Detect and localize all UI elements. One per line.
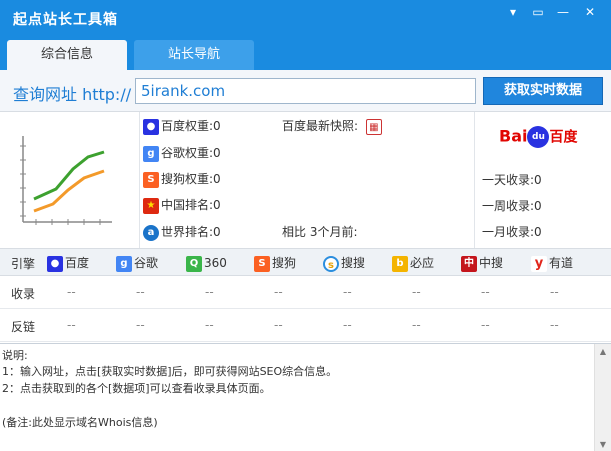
- indexed-bing[interactable]: --: [412, 285, 421, 299]
- world-rank[interactable]: a 世界排名:0: [143, 222, 221, 242]
- indexed-zhongsou[interactable]: --: [481, 285, 490, 299]
- google-icon: g: [143, 145, 159, 162]
- sogou-icon: S: [254, 255, 270, 272]
- engine-360[interactable]: Q 360: [186, 254, 227, 272]
- china-flag-icon: ★: [143, 197, 159, 214]
- paw-icon: ●: [47, 255, 63, 272]
- url-label: 查询网址 http://: [13, 85, 132, 104]
- close-icon[interactable]: ✕: [580, 4, 600, 20]
- engine-baidu[interactable]: ● 百度: [47, 254, 89, 272]
- google-icon: g: [116, 255, 132, 272]
- calendar-icon[interactable]: ▦: [365, 118, 382, 135]
- youdao-icon: y: [531, 255, 547, 272]
- app-title: 起点站长工具箱: [13, 12, 118, 28]
- skin-icon[interactable]: ▭: [528, 4, 548, 20]
- backlink-youdao[interactable]: --: [550, 318, 559, 332]
- engine-zhongsou[interactable]: 中中搜: [461, 254, 503, 272]
- backlink-soso[interactable]: --: [343, 318, 352, 332]
- info-panel: ● 百度权重:0 g 谷歌权重:0 S 搜狗权重:0 ★ 中国排名:0 a 世界排名:0 …: [0, 112, 611, 248]
- indexed-row: 收录 -- -- -- -- -- -- -- --: [0, 276, 611, 309]
- minimize-icon[interactable]: —: [553, 4, 573, 20]
- paw-icon: ●: [143, 118, 159, 135]
- indexed-row-label: 收录: [11, 287, 36, 301]
- backlink-google[interactable]: --: [136, 318, 145, 332]
- engine-header-row: 引擎 ● 百度 g 谷歌 Q 360 S 搜狗 s 搜搜 b 必应 中中搜 y 有道: [0, 248, 611, 276]
- url-query-row: 查询网址 http:// 获取实时数据: [0, 70, 611, 112]
- engine-bing[interactable]: b 必应: [392, 254, 434, 272]
- engine-row-label: 引擎: [11, 257, 36, 271]
- search-360-icon: Q: [186, 255, 202, 272]
- sogou-weight[interactable]: S 搜狗权重:0: [143, 169, 221, 189]
- scroll-up-icon[interactable]: ▲: [598, 347, 608, 356]
- vertical-scrollbar[interactable]: ▲ ▼: [594, 344, 611, 451]
- backlink-bing[interactable]: --: [412, 318, 421, 332]
- description-textarea[interactable]: 说明: 1：输入网址，点击[获取实时数据]后，即可获得网站SEO综合信息。 2：…: [0, 343, 611, 451]
- china-rank[interactable]: ★ 中国排名:0: [143, 195, 221, 215]
- whois-note: (备注:此处显示域名Whois信息): [2, 416, 158, 429]
- description-line-1: 1：输入网址，点击[获取实时数据]后，即可获得网站SEO综合信息。: [2, 365, 338, 378]
- engine-sogou[interactable]: S 搜狗: [254, 254, 296, 272]
- fetch-realtime-data-button[interactable]: 获取实时数据: [483, 77, 603, 105]
- backlink-zhongsou[interactable]: --: [481, 318, 490, 332]
- engine-soso[interactable]: s 搜搜: [323, 254, 365, 272]
- engine-google[interactable]: g 谷歌: [116, 254, 158, 272]
- indexed-one-day[interactable]: 一天收录:0: [482, 170, 542, 190]
- backlink-row: 反链 -- -- -- -- -- -- -- --: [0, 309, 611, 342]
- baidu-weight[interactable]: ● 百度权重:0: [143, 116, 221, 136]
- zhongsou-icon: 中: [461, 255, 477, 272]
- indexed-one-week[interactable]: 一周收录:0: [482, 196, 542, 216]
- description-line-2: 2：点击获取到的各个[数据项]可以查看收录具体页面。: [2, 382, 271, 395]
- baidu-snapshot[interactable]: 百度最新快照: ▦: [282, 116, 384, 136]
- backlink-row-label: 反链: [11, 320, 36, 334]
- indexed-baidu[interactable]: --: [67, 285, 76, 299]
- baidu-index-panel: Bai du 百度 一天收录:0 一周收录:0 一月收录:0: [474, 112, 611, 248]
- menu-dropdown-icon[interactable]: ▾: [503, 4, 523, 20]
- indexed-google[interactable]: --: [136, 285, 145, 299]
- soso-icon: s: [323, 255, 339, 272]
- alexa-icon: a: [143, 224, 159, 241]
- indexed-360[interactable]: --: [205, 285, 214, 299]
- indexed-sogou[interactable]: --: [274, 285, 283, 299]
- backlink-baidu[interactable]: --: [67, 318, 76, 332]
- engine-youdao[interactable]: y 有道: [531, 254, 573, 272]
- tab-overview[interactable]: 综合信息: [7, 40, 127, 70]
- google-weight[interactable]: g 谷歌权重:0: [143, 143, 221, 163]
- indexed-youdao[interactable]: --: [550, 285, 559, 299]
- description-heading: 说明:: [2, 349, 28, 362]
- bing-icon: b: [392, 255, 408, 272]
- sogou-icon: S: [143, 171, 159, 188]
- backlink-sogou[interactable]: --: [274, 318, 283, 332]
- compare-three-months: 相比 3个月前:: [282, 225, 358, 239]
- trend-chart-icon: [0, 112, 140, 248]
- backlink-360[interactable]: --: [205, 318, 214, 332]
- baidu-logo: Bai du 百度: [499, 126, 577, 148]
- indexed-one-month[interactable]: 一月收录:0: [482, 222, 542, 242]
- indexed-soso[interactable]: --: [343, 285, 352, 299]
- tab-webmaster-nav[interactable]: 站长导航: [134, 40, 254, 70]
- scroll-down-icon[interactable]: ▼: [598, 440, 608, 449]
- url-input[interactable]: [135, 78, 476, 104]
- title-bar: 起点站长工具箱 ▾ ▭ — ✕ 综合信息 站长导航: [0, 0, 611, 70]
